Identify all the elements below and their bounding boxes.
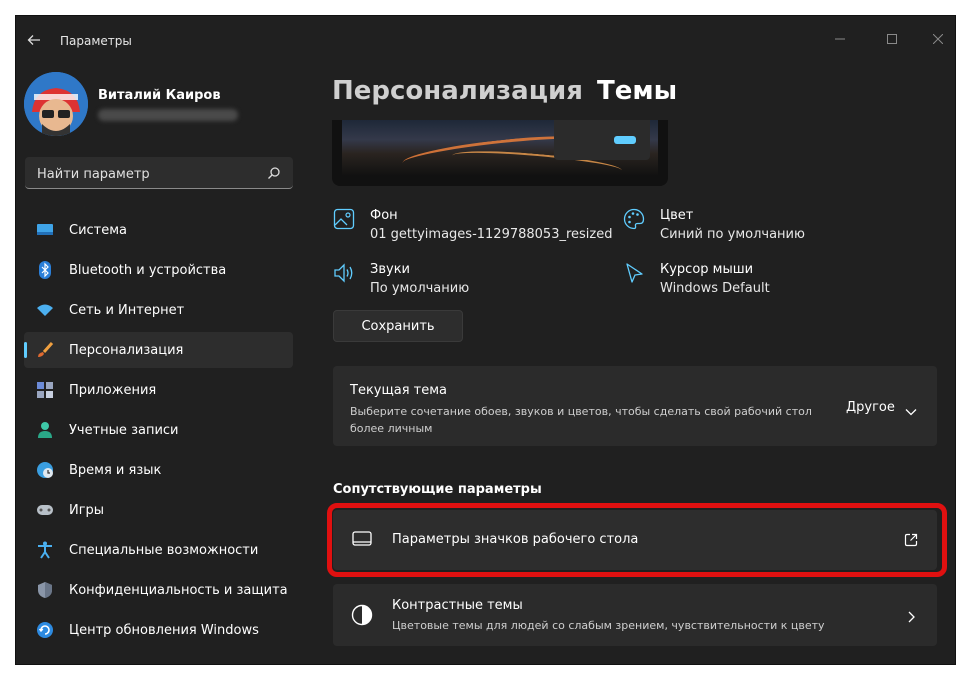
profile-email-blurred — [98, 109, 238, 121]
accessibility-icon — [36, 541, 54, 559]
desktop-icons-title: Параметры значков рабочего стола — [392, 532, 639, 547]
image-icon — [333, 208, 357, 232]
title-bar: Параметры — [16, 16, 955, 62]
settings-window: Параметры Виталий Каиров Найти параметр … — [16, 16, 955, 664]
save-button[interactable]: Сохранить — [333, 310, 463, 342]
current-theme-value[interactable]: Другое — [846, 400, 895, 415]
current-theme-title: Текущая тема — [350, 383, 447, 398]
sidebar-item-windows-update[interactable]: Центр обновления Windows — [24, 612, 293, 648]
background-setting[interactable]: Фон 01 gettyimages-1129788053_resized — [333, 208, 613, 248]
chevron-down-icon[interactable] — [905, 402, 917, 421]
sidebar-item-time-language[interactable]: Время и язык — [24, 452, 293, 488]
sidebar-item-label: Центр обновления Windows — [69, 622, 259, 638]
minimize-icon — [835, 38, 845, 40]
theme-preview-accent — [614, 136, 636, 144]
page-title: Темы — [597, 76, 678, 106]
back-button[interactable] — [24, 30, 44, 50]
contrast-icon — [351, 604, 373, 630]
current-theme-description: Выберите сочетание обоев, звуков и цвето… — [350, 405, 812, 435]
sidebar-item-label: Приложения — [69, 382, 157, 398]
person-icon — [36, 421, 54, 439]
contrast-themes-description: Цветовые темы для людей со слабым зрение… — [392, 619, 825, 632]
sidebar-item-label: Специальные возможности — [69, 542, 259, 558]
maximize-icon — [887, 34, 897, 44]
breadcrumb-parent[interactable]: Персонализация — [332, 76, 583, 106]
current-theme-card[interactable]: Текущая тема Выберите сочетание обоев, з… — [333, 366, 937, 446]
sidebar-item-system[interactable]: Система — [24, 212, 293, 248]
sidebar-item-accessibility[interactable]: Специальные возможности — [24, 532, 293, 568]
theme-preview — [332, 120, 668, 186]
sounds-value: По умолчанию — [370, 281, 470, 296]
desktop-icons-settings-link[interactable]: Параметры значков рабочего стола — [333, 510, 937, 570]
avatar-icon — [24, 72, 88, 136]
desktop-icon — [352, 531, 372, 551]
sidebar-item-personalization[interactable]: Персонализация — [24, 332, 293, 368]
brush-icon — [36, 341, 54, 359]
chevron-right-icon — [907, 608, 915, 627]
sidebar-item-privacy[interactable]: Конфиденциальность и защита — [24, 572, 293, 608]
sidebar-item-label: Система — [69, 222, 128, 238]
app-title: Параметры — [60, 34, 132, 48]
arrow-left-icon — [27, 35, 40, 45]
color-setting[interactable]: Цвет Синий по умолчанию — [623, 208, 903, 248]
sounds-setting[interactable]: Звуки По умолчанию — [333, 262, 613, 302]
sidebar-item-network[interactable]: Сеть и Интернет — [24, 292, 293, 328]
sidebar-item-label: Учетные записи — [69, 422, 179, 438]
palette-icon — [623, 208, 647, 232]
sidebar-item-label: Bluetooth и устройства — [69, 262, 227, 278]
background-value: 01 gettyimages-1129788053_resized — [370, 227, 613, 242]
search-input[interactable] — [35, 163, 259, 185]
sidebar-item-games[interactable]: Игры — [24, 492, 293, 528]
sidebar-item-label: Сеть и Интернет — [69, 302, 185, 318]
background-title: Фон — [370, 208, 398, 223]
color-title: Цвет — [660, 208, 694, 223]
sounds-title: Звуки — [370, 262, 410, 277]
cursor-value: Windows Default — [660, 281, 770, 296]
close-icon — [933, 34, 943, 44]
wifi-icon — [36, 301, 54, 319]
close-button[interactable] — [915, 24, 955, 54]
minimize-button[interactable] — [817, 24, 863, 54]
related-settings-header: Сопутствующие параметры — [333, 482, 542, 497]
bluetooth-icon — [36, 261, 54, 279]
sidebar-item-label: Игры — [69, 502, 105, 518]
color-value: Синий по умолчанию — [660, 227, 805, 242]
display-icon — [36, 221, 54, 239]
sidebar-item-accounts[interactable]: Учетные записи — [24, 412, 293, 448]
breadcrumb-separator: › — [568, 80, 577, 104]
cursor-title: Курсор мыши — [660, 262, 754, 277]
globe-clock-icon — [36, 461, 54, 479]
gamepad-icon — [36, 501, 54, 519]
search-box[interactable] — [25, 157, 293, 189]
sidebar-item-apps[interactable]: Приложения — [24, 372, 293, 408]
sidebar-item-bluetooth[interactable]: Bluetooth и устройства — [24, 252, 293, 288]
open-external-icon — [904, 532, 918, 551]
sidebar-item-label: Конфиденциальность и защита — [69, 582, 288, 598]
maximize-button[interactable] — [869, 24, 915, 54]
theme-preview-window — [554, 120, 650, 160]
avatar[interactable] — [24, 72, 88, 136]
sidebar-item-label: Персонализация — [69, 342, 184, 358]
shield-icon — [36, 581, 54, 599]
search-icon[interactable] — [267, 165, 281, 184]
update-icon — [36, 621, 54, 639]
cursor-icon — [623, 262, 647, 286]
contrast-themes-title: Контрастные темы — [392, 598, 523, 613]
sidebar-item-label: Время и язык — [69, 462, 162, 478]
profile-name: Виталий Каиров — [98, 88, 221, 103]
apps-icon — [36, 381, 54, 399]
cursor-setting[interactable]: Курсор мыши Windows Default — [623, 262, 903, 302]
contrast-themes-link[interactable]: Контрастные темы Цветовые темы для людей… — [333, 584, 937, 646]
speaker-icon — [333, 262, 357, 286]
